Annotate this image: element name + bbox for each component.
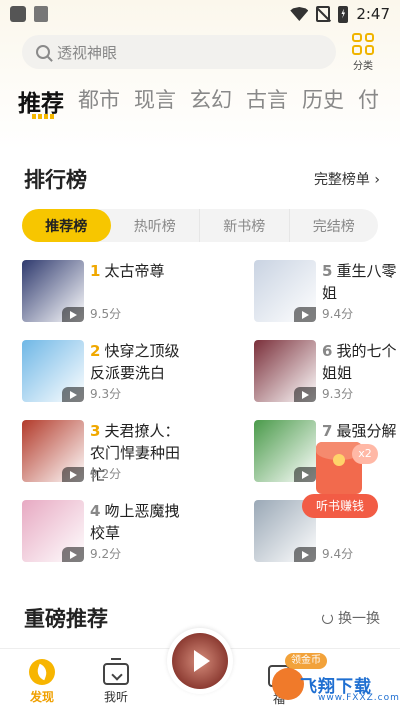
book-title: 5 重生八零姐 bbox=[322, 260, 400, 304]
book-cover bbox=[22, 500, 84, 562]
category-button[interactable]: 分类 bbox=[348, 32, 378, 72]
book-cover bbox=[22, 340, 84, 402]
wifi-icon bbox=[290, 7, 309, 21]
book-item[interactable]: 4 吻上恶魔拽校草 9.2分 bbox=[22, 500, 192, 562]
play-icon bbox=[62, 547, 84, 562]
search-input[interactable]: 透视神眼 bbox=[22, 35, 336, 69]
book-title: 7 最强分解 bbox=[322, 420, 400, 442]
tab-urban[interactable]: 都市 bbox=[78, 84, 120, 124]
play-icon bbox=[62, 387, 84, 402]
rank-number: 4 bbox=[90, 502, 101, 520]
rank-number: 5 bbox=[322, 262, 333, 280]
multiplier-badge: x2 bbox=[352, 444, 378, 464]
book-score: 9.3分 bbox=[322, 387, 354, 401]
tab-fantasy[interactable]: 玄幻 bbox=[190, 84, 232, 124]
book-title: 4 吻上恶魔拽校草 bbox=[90, 500, 192, 544]
book-score: 9.2分 bbox=[90, 547, 122, 561]
player-button[interactable] bbox=[167, 628, 233, 694]
play-icon bbox=[294, 547, 316, 562]
play-icon bbox=[62, 307, 84, 322]
book-title: 1 太古帝尊 bbox=[90, 260, 192, 282]
book-cover bbox=[22, 260, 84, 322]
book-cover bbox=[254, 260, 316, 322]
watermark-sub: www.FXXZ.com bbox=[318, 693, 400, 703]
book-score: 9.2分 bbox=[90, 467, 122, 481]
rank-tab-hot[interactable]: 热听榜 bbox=[111, 209, 200, 242]
no-sim-icon bbox=[316, 6, 331, 22]
book-score: 9.3分 bbox=[90, 387, 122, 401]
tab-partial[interactable]: 付 bbox=[358, 84, 379, 124]
tab-history[interactable]: 历史 bbox=[302, 84, 344, 124]
coin-badge: 领金币 bbox=[285, 653, 327, 669]
title-text: 太古帝尊 bbox=[104, 262, 165, 280]
play-icon bbox=[172, 633, 228, 689]
rank-number: 7 bbox=[322, 422, 333, 440]
rank-tab-recommend[interactable]: 推荐榜 bbox=[22, 209, 111, 242]
rank-tab-finished[interactable]: 完结榜 bbox=[288, 209, 379, 242]
play-icon bbox=[62, 467, 84, 482]
gallery-notification-icon bbox=[10, 6, 26, 22]
rank-number: 6 bbox=[322, 342, 333, 360]
book-item[interactable]: 1 太古帝尊 9.5分 bbox=[22, 260, 192, 322]
refresh-button[interactable]: 换一换 bbox=[322, 608, 380, 628]
listen-earn-promo[interactable]: x2 听书赚钱 bbox=[302, 442, 378, 520]
grid-icon bbox=[352, 32, 374, 55]
category-label: 分类 bbox=[353, 60, 373, 72]
book-item[interactable]: 6 我的七个姐姐 9.3分 bbox=[254, 340, 400, 402]
tab-active-indicator bbox=[32, 114, 54, 119]
refresh-label: 换一换 bbox=[338, 611, 380, 627]
title-text: 我的七个姐姐 bbox=[322, 342, 397, 382]
tab-recommend[interactable]: 推荐 bbox=[18, 84, 64, 124]
battery-charging-icon bbox=[338, 5, 349, 23]
search-row: 透视神眼 分类 bbox=[22, 32, 382, 72]
nav-label: 发现 bbox=[29, 690, 54, 704]
title-text: 吻上恶魔拽校草 bbox=[90, 502, 180, 542]
status-bar: 2:47 bbox=[0, 0, 400, 28]
book-cover bbox=[22, 420, 84, 482]
rank-tab-new[interactable]: 新书榜 bbox=[199, 209, 289, 242]
rank-number: 2 bbox=[90, 342, 101, 360]
nav-label: 我听 bbox=[103, 690, 128, 704]
nav-listen[interactable]: 我听 bbox=[91, 659, 141, 705]
play-icon bbox=[294, 387, 316, 402]
promo-label: 听书赚钱 bbox=[302, 494, 378, 518]
book-item[interactable]: 2 快穿之顶级反派要洗白 9.3分 bbox=[22, 340, 192, 402]
tab-modern-romance[interactable]: 现言 bbox=[134, 84, 176, 124]
discover-icon bbox=[29, 659, 55, 685]
book-score: 9.4分 bbox=[322, 547, 354, 561]
book-item[interactable]: 3 夫君撩人：农门悍妻种田忙 9.2分 bbox=[22, 420, 192, 484]
ranking-header: 排行榜 完整榜单 › bbox=[24, 164, 380, 194]
title-text: 重生八零姐 bbox=[322, 262, 397, 302]
sd-card-icon bbox=[34, 6, 48, 22]
rank-number: 3 bbox=[90, 422, 101, 440]
book-title: 2 快穿之顶级反派要洗白 bbox=[90, 340, 192, 384]
channel-tabs: 推荐 都市 现言 玄幻 古言 历史 付 bbox=[18, 84, 400, 124]
title-text: 快穿之顶级反派要洗白 bbox=[90, 342, 180, 382]
book-cover bbox=[254, 340, 316, 402]
book-score: 9.5分 bbox=[90, 307, 122, 321]
refresh-icon bbox=[322, 613, 333, 624]
status-time: 2:47 bbox=[356, 5, 390, 23]
ranking-title: 排行榜 bbox=[24, 168, 87, 192]
title-text: 最强分解 bbox=[336, 422, 397, 440]
search-icon bbox=[36, 45, 50, 59]
full-list-link[interactable]: 完整榜单 › bbox=[314, 169, 380, 189]
rank-number: 1 bbox=[90, 262, 101, 280]
play-icon bbox=[294, 307, 316, 322]
book-title: 6 我的七个姐姐 bbox=[322, 340, 400, 384]
search-placeholder: 透视神眼 bbox=[57, 43, 118, 62]
book-score: 9.4分 bbox=[322, 307, 354, 321]
tab-ancient-romance[interactable]: 古言 bbox=[246, 84, 288, 124]
featured-title: 重磅推荐 bbox=[24, 607, 108, 631]
book-item[interactable]: 5 重生八零姐 9.4分 bbox=[254, 260, 400, 322]
ranking-tabs: 推荐榜 热听榜 新书榜 完结榜 bbox=[22, 209, 378, 242]
nav-discover[interactable]: 发现 bbox=[17, 659, 67, 705]
tv-icon bbox=[103, 663, 129, 685]
